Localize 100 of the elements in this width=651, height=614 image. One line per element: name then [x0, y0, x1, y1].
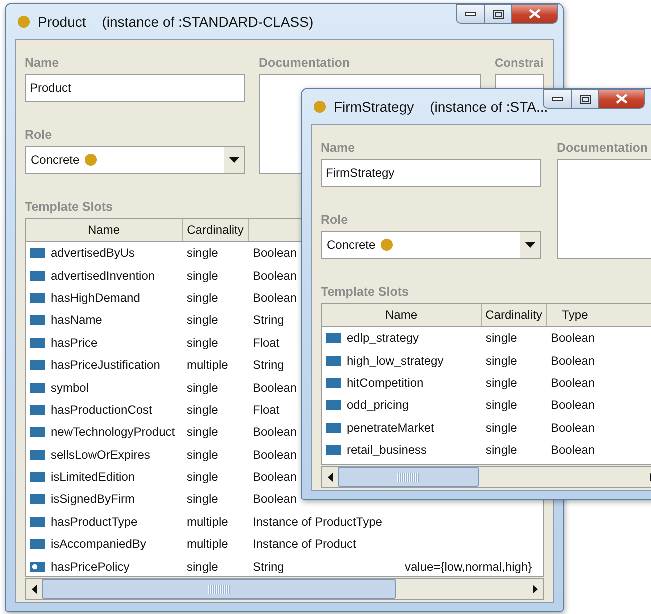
- table-cell: single: [187, 492, 218, 506]
- table-cell: Boolean: [253, 380, 298, 395]
- table-cell: isSignedByFirm: [51, 492, 136, 506]
- close-icon: [528, 9, 540, 19]
- caret-icon: [228, 157, 240, 163]
- slot-icon: [30, 292, 45, 303]
- minimize-button[interactable]: [456, 4, 485, 24]
- slot-override-icon: [30, 562, 45, 572]
- table-cell: single: [187, 448, 218, 462]
- circle-icon: [380, 239, 393, 251]
- slot-icon: [326, 445, 341, 456]
- table-cell: Float: [253, 402, 280, 417]
- table-cell: Float: [253, 336, 280, 350]
- table-cell: isLimitedEdition: [51, 470, 136, 484]
- table-cell: isAccompaniedBy: [51, 537, 146, 552]
- table-cell: hasHighDemand: [51, 290, 140, 305]
- table-cell: Boolean: [253, 448, 298, 462]
- slot-icon: [30, 404, 45, 415]
- table-cell: Boolean: [253, 492, 298, 506]
- table-cell: single: [187, 425, 218, 440]
- template-slots-label: Template Slots: [25, 199, 114, 216]
- table-cell: odd_pricing: [347, 398, 410, 412]
- maximize-icon: [492, 10, 504, 18]
- role-dropdown[interactable]: Concrete: [25, 146, 245, 174]
- close-button[interactable]: [512, 4, 558, 24]
- scroll-thumb[interactable]: [42, 579, 396, 599]
- table-cell: symbol: [51, 380, 90, 395]
- column-header[interactable]: Name: [26, 219, 183, 241]
- template-slots-label: Template Slots: [321, 284, 410, 301]
- left-arrow-icon: [328, 472, 332, 482]
- table-cell: penetrateMarket: [347, 420, 434, 435]
- slot-icon: [326, 422, 341, 433]
- slot-icon: [326, 400, 341, 410]
- circle-icon: [84, 154, 97, 166]
- role-dropdown[interactable]: Concrete: [321, 231, 541, 259]
- table-cell: single: [187, 470, 218, 484]
- table-cell: hasName: [51, 313, 102, 328]
- documentation-label: Documentation: [259, 55, 351, 72]
- maximize-button[interactable]: [572, 89, 599, 109]
- maximize-icon: [580, 94, 590, 104]
- table-cell: Boolean: [253, 425, 298, 440]
- name-field[interactable]: Product: [25, 74, 245, 102]
- slot-icon: [30, 472, 45, 482]
- table-cell: multiple: [187, 514, 228, 529]
- slot-icon: [30, 338, 45, 348]
- table-cell: Boolean: [551, 354, 596, 368]
- table-cell: hasPricePolicy: [51, 560, 130, 574]
- column-header[interactable]: Cardinality: [482, 304, 547, 326]
- table-cell: multiple: [187, 537, 228, 552]
- table-cell: Boolean: [253, 290, 298, 305]
- table-cell: Instance of Product: [253, 537, 356, 552]
- column-header[interactable]: Type: [547, 304, 604, 326]
- table-cell: single: [486, 398, 518, 412]
- table-cell: String: [253, 313, 284, 328]
- table-cell: single: [187, 290, 218, 305]
- table-cell: sellsLowOrExpires: [51, 448, 150, 462]
- minimize-icon: [465, 12, 476, 16]
- documentation-label: Documentation: [557, 140, 649, 157]
- table-cell: hasProductType: [51, 514, 138, 529]
- slot-icon: [30, 248, 45, 258]
- slot-icon: [326, 333, 341, 344]
- class-icon: [18, 16, 30, 28]
- table-cell: Boolean: [253, 268, 298, 283]
- horizontal-scrollbar[interactable]: [25, 578, 544, 600]
- table-cell: newTechnologyProduct: [51, 425, 176, 440]
- close-button[interactable]: [599, 89, 645, 109]
- table-cell: value={low,normal,high}: [405, 560, 532, 574]
- window-subtitle: (instance of :STANDARD-CLASS): [102, 14, 314, 30]
- close-icon: [616, 94, 628, 104]
- table-cell: high_low_strategy: [347, 354, 444, 368]
- maximize-button[interactable]: [485, 4, 512, 24]
- horizontal-scrollbar[interactable]: [321, 466, 651, 488]
- slot-icon: [30, 494, 45, 504]
- table-cell: retail_business: [347, 443, 428, 458]
- table-cell: String: [253, 358, 284, 372]
- table-cell: single: [187, 402, 218, 417]
- table-cell: hitCompetition: [347, 376, 424, 390]
- table-cell: Boolean: [253, 246, 298, 260]
- table-cell: Boolean: [551, 331, 596, 346]
- table-cell: single: [486, 443, 518, 458]
- class-icon: [314, 100, 326, 112]
- table-cell: Boolean: [551, 398, 596, 412]
- scroll-thumb[interactable]: [338, 467, 479, 487]
- table-cell: Boolean: [253, 470, 298, 484]
- slot-icon: [30, 315, 45, 326]
- slot-icon: [30, 516, 45, 527]
- slot-icon: [30, 360, 45, 370]
- name-field[interactable]: FirmStrategy: [321, 159, 541, 187]
- name-label: Name: [25, 55, 60, 72]
- column-header[interactable]: Name: [322, 304, 482, 326]
- table-cell: single: [486, 376, 518, 390]
- column-header[interactable]: Cardinality: [183, 219, 249, 241]
- window-title: Product: [38, 14, 86, 30]
- table-cell: Boolean: [551, 443, 596, 458]
- table-cell: Boolean: [551, 376, 596, 390]
- slot-icon: [326, 378, 341, 388]
- table-cell: single: [187, 380, 218, 395]
- right-arrow-icon: [532, 584, 538, 594]
- table-cell: String: [253, 560, 284, 574]
- documentation-field[interactable]: [557, 159, 651, 259]
